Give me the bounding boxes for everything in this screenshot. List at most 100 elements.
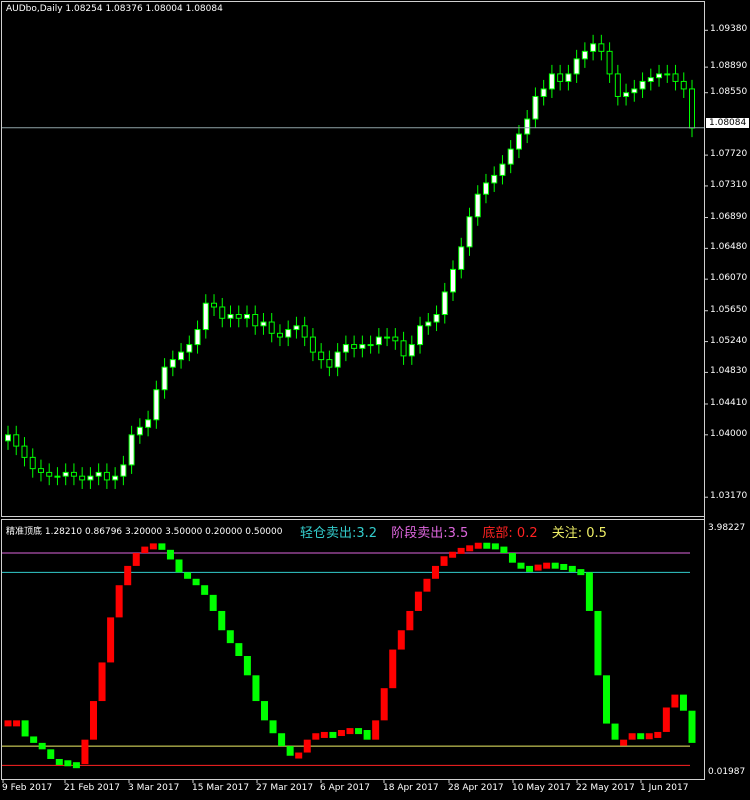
indicator-bar <box>568 565 576 572</box>
legend-light-sell: 轻仓卖出:3.2 <box>300 526 378 541</box>
candle-body <box>276 332 283 338</box>
candle-body <box>491 174 498 184</box>
indicator-bar <box>235 643 243 657</box>
indicator-bar <box>158 543 166 550</box>
candle-body <box>499 163 506 176</box>
candle-body <box>581 50 588 60</box>
indicator-bar <box>526 565 534 572</box>
indicator-bar <box>688 710 696 743</box>
indicator-bar <box>303 739 311 753</box>
candle-body <box>194 329 201 346</box>
candle-body <box>326 359 333 368</box>
indicator-bar <box>312 733 320 740</box>
candle-body <box>540 88 547 97</box>
indicator-bars <box>4 542 696 769</box>
indicator-bar <box>534 564 542 571</box>
indicator-bar <box>107 617 115 663</box>
time-axis-label: 3 Mar 2017 <box>128 783 180 793</box>
candle-body <box>450 268 457 293</box>
candle-body <box>62 471 69 477</box>
candle-body <box>631 88 638 94</box>
candle-body <box>400 340 407 357</box>
candle-body <box>227 314 234 319</box>
indicator-bar <box>611 723 619 740</box>
time-axis-label: 22 May 2017 <box>576 783 635 793</box>
indicator-bar <box>30 736 38 743</box>
indicator-bar <box>209 594 217 611</box>
indicator-bar <box>474 542 482 549</box>
price-tick-label: 1.04830 <box>710 366 748 377</box>
candle-body <box>112 475 119 481</box>
candle-body <box>458 246 465 270</box>
indicator-bar <box>90 701 97 740</box>
indicator-bar <box>278 733 286 747</box>
candle-body <box>474 193 481 218</box>
indicator-bar <box>654 731 662 738</box>
candlestick-series <box>5 34 695 489</box>
indicator-bar <box>329 731 337 738</box>
candle-body <box>672 73 679 82</box>
candle-body <box>375 336 382 346</box>
indicator-bar <box>585 572 593 611</box>
indicator-bar <box>414 591 422 611</box>
price-tick-label: 1.05650 <box>710 304 748 315</box>
price-tick-label: 1.07720 <box>710 149 748 160</box>
candle-body <box>70 471 77 477</box>
candle-body <box>408 344 415 357</box>
candle-body <box>145 419 152 428</box>
candle-body <box>417 325 424 346</box>
time-axis-label: 27 Mar 2017 <box>256 783 314 793</box>
time-axis-label: 18 Apr 2017 <box>383 783 439 793</box>
price-tick-label: 1.06480 <box>710 242 748 253</box>
indicator-bar <box>47 749 55 759</box>
time-axis-label: 10 May 2017 <box>512 783 571 793</box>
candle-body <box>680 80 687 90</box>
candle-body <box>37 468 44 473</box>
indicator-bar <box>4 720 12 727</box>
price-tick-label: 1.08550 <box>710 86 748 97</box>
candle-body <box>136 426 143 436</box>
indicator-bar <box>500 546 508 554</box>
indicator-bar <box>432 565 439 579</box>
candle-body <box>178 351 185 361</box>
candle-body <box>515 133 522 150</box>
candle-body <box>507 148 514 165</box>
candle-body <box>392 336 399 342</box>
candle-body <box>46 471 53 477</box>
candle-body <box>557 73 564 82</box>
candle-body <box>293 325 300 331</box>
candle-body <box>623 92 630 97</box>
current-price-tag: 1.08084 <box>706 118 750 128</box>
indicator-bar <box>397 630 405 650</box>
indicator-bar <box>671 694 679 708</box>
indicator-bar <box>13 720 21 727</box>
candle-body <box>466 216 473 248</box>
candle-body <box>301 325 308 338</box>
indicator-bar <box>218 610 226 631</box>
indicator-bar <box>389 649 397 689</box>
indicator-bar <box>346 728 354 735</box>
indicator-bar <box>98 662 106 702</box>
candle-body <box>598 43 605 52</box>
indicator-bar <box>132 553 140 566</box>
chart-canvas[interactable] <box>0 0 750 800</box>
time-axis-label: 15 Mar 2017 <box>192 783 250 793</box>
indicator-bar <box>72 762 80 769</box>
candle-body <box>235 314 242 319</box>
indicator-bar <box>115 585 123 618</box>
indicator-bar <box>466 545 474 552</box>
indicator-bar <box>261 701 268 721</box>
candle-body <box>664 73 671 76</box>
time-axis-label: 9 Feb 2017 <box>2 783 53 793</box>
candle-body <box>351 344 358 349</box>
indicator-bar <box>449 551 457 558</box>
indicator-bar <box>380 688 388 721</box>
legend-watch: 关注: 0.5 <box>551 526 607 541</box>
price-tick-label: 1.06890 <box>710 211 748 222</box>
candle-body <box>128 434 135 466</box>
price-tick-label: 1.04410 <box>710 397 748 408</box>
indicator-scale-top: 3.98227 <box>708 523 746 533</box>
candle-body <box>573 58 580 75</box>
legend-bottom: 底部: 0.2 <box>482 526 538 541</box>
indicator-bar <box>603 675 610 724</box>
